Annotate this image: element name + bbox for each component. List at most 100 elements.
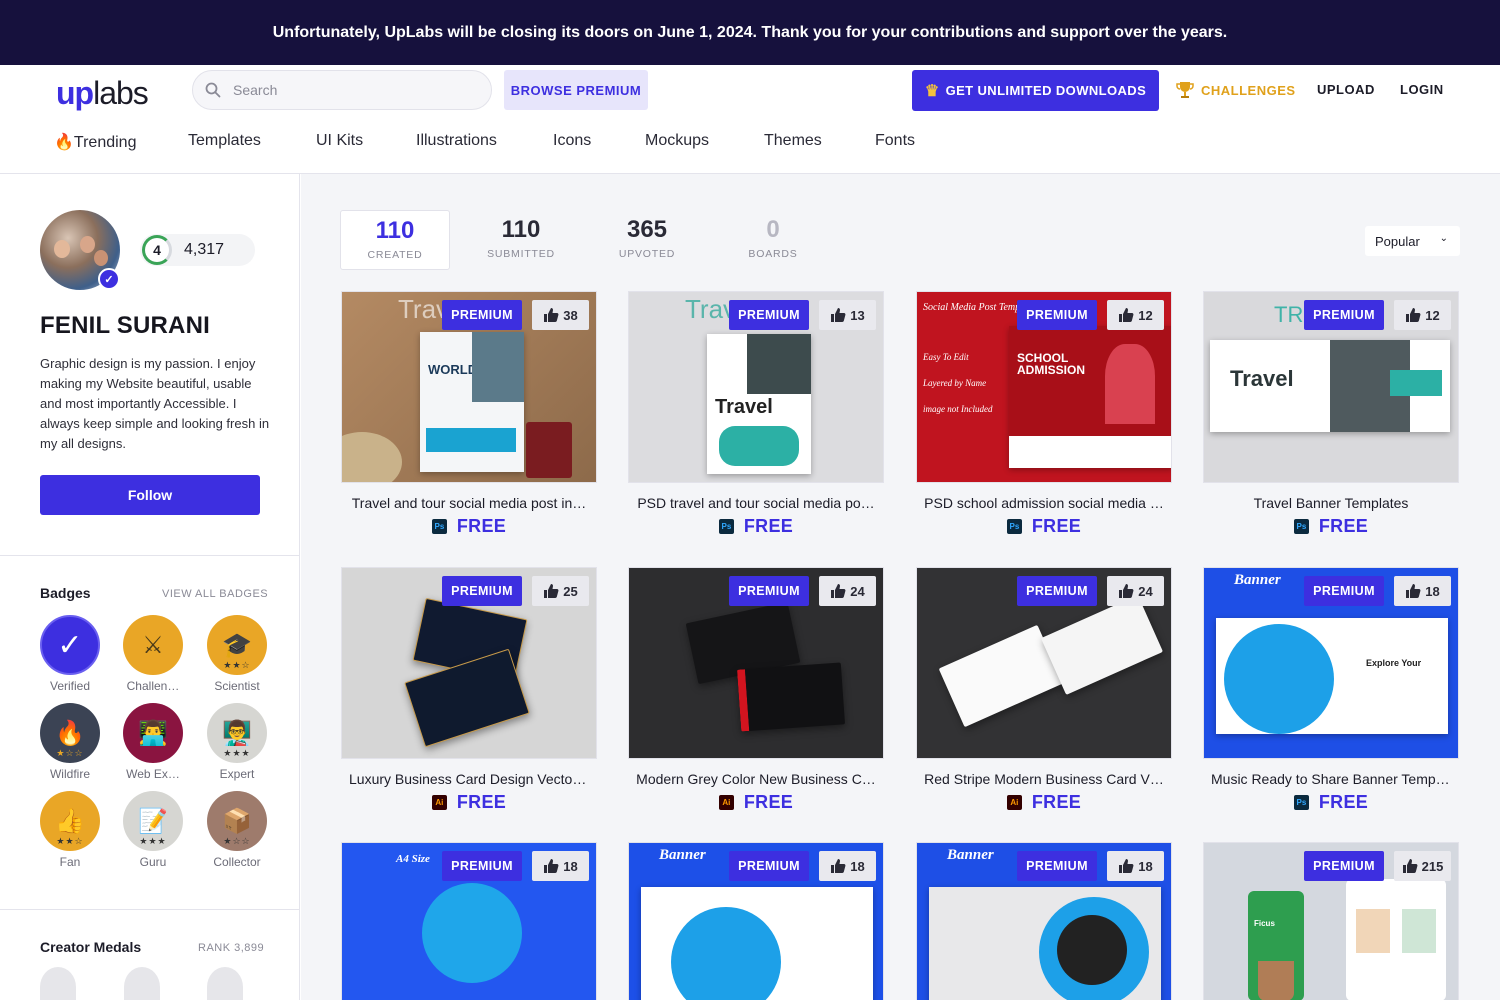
design-card[interactable]: Trav WORLD PREMIUM 38 Travel and tour so… [341,291,597,537]
card-thumbnail[interactable]: PREMIUM 25 [341,567,597,759]
badge-guru[interactable]: 📝 ★★★ Guru [123,791,183,869]
like-button[interactable]: 13 [819,300,876,330]
sort-dropdown[interactable]: Popular ⌄ [1365,226,1460,256]
card-title[interactable]: Travel and tour social media post in… [341,495,597,511]
nav-fonts[interactable]: Fonts [875,132,915,150]
card-title[interactable]: Travel Banner Templates [1203,495,1459,511]
badge-verified[interactable]: ✓ Verified [40,615,100,693]
card-title[interactable]: PSD travel and tour social media po… [628,495,884,511]
like-count: 13 [850,307,865,323]
design-card[interactable]: Trav Travel PREMIUM 13 PSD travel and to… [628,291,884,537]
nav-themes[interactable]: Themes [764,132,822,150]
thumb-poster: Travel [1210,340,1450,432]
card-thumbnail[interactable]: Banner Explore Your PREMIUM 18 [1203,567,1459,759]
like-button[interactable]: 24 [819,576,876,606]
badge-fan[interactable]: 👍 ★★☆ Fan [40,791,100,869]
stat-boards-tab[interactable]: 0 BOARDS [718,210,828,270]
card-title[interactable]: Red Stripe Modern Business Card V… [916,771,1172,787]
design-card[interactable]: Banner PREMIUM 18 [916,842,1172,1000]
star-rating-icon: ★★☆ [223,660,251,670]
card-thumbnail[interactable]: PREMIUM 24 [628,567,884,759]
search-input[interactable] [233,82,463,98]
card-title[interactable]: PSD school admission social media … [916,495,1172,511]
card-title[interactable]: Modern Grey Color New Business C… [628,771,884,787]
price-label: FREE [1318,792,1369,812]
badge-wildfire[interactable]: 🔥 ★☆☆ Wildfire [40,703,100,781]
card-title[interactable]: Music Ready to Share Banner Templ… [1203,771,1459,787]
challenges-link[interactable]: CHALLENGES [1175,77,1296,103]
badge-expert[interactable]: 👨‍🏫 ★★★ Expert [207,703,267,781]
like-button[interactable]: 215 [1394,851,1451,881]
badge-web-expert[interactable]: 👨‍💻 Web Ex… [123,703,183,781]
search-icon [205,82,221,98]
like-button[interactable]: 18 [819,851,876,881]
card-thumbnail[interactable]: Social Media Post Temp Easy To Edit Laye… [916,291,1172,483]
like-button[interactable]: 18 [1107,851,1164,881]
like-button[interactable]: 25 [532,576,589,606]
stat-value: 110 [501,216,541,243]
premium-badge: PREMIUM [442,576,522,606]
design-card[interactable]: PREMIUM 24 Red Stripe Modern Business Ca… [916,567,1172,813]
upload-link[interactable]: UPLOAD [1317,82,1375,97]
like-button[interactable]: 18 [1394,576,1451,606]
card-thumbnail[interactable]: Banner PREMIUM 18 [916,842,1172,1000]
avatar-photo-detail [54,240,70,258]
card-thumbnail[interactable]: Trav WORLD PREMIUM 38 [341,291,597,483]
nav-templates[interactable]: Templates [188,132,261,150]
crown-icon: ♛ [924,82,940,100]
challenges-label: CHALLENGES [1201,82,1296,98]
stat-upvoted-tab[interactable]: 365 UPVOTED [592,210,702,270]
browse-premium-button[interactable]: BROWSE PREMIUM [504,70,648,110]
level-points-pill: 4 4,317 [140,234,255,266]
badge-label: Wildfire [49,767,90,781]
design-card[interactable]: TR Travel PREMIUM 12 Travel Banner Templ… [1203,291,1459,537]
nav-illustrations[interactable]: Illustrations [416,132,497,150]
follow-button[interactable]: Follow [40,475,260,515]
like-button[interactable]: 12 [1107,300,1164,330]
card-title[interactable]: Luxury Business Card Design Vector… [341,771,597,787]
design-card[interactable]: PREMIUM 25 Luxury Business Card Design V… [341,567,597,813]
nav-icons[interactable]: Icons [553,132,591,150]
badge-label: Guru [139,855,167,869]
card-thumbnail[interactable]: Trav Travel PREMIUM 13 [628,291,884,483]
like-button[interactable]: 24 [1107,576,1164,606]
like-button[interactable]: 12 [1394,300,1451,330]
premium-badge: PREMIUM [1304,851,1384,881]
level-ring: 4 [142,235,172,265]
search-box[interactable] [192,70,492,110]
stat-created-tab[interactable]: 110 CREATED [340,210,450,270]
unlimited-downloads-label: GET UNLIMITED DOWNLOADS [945,83,1147,98]
login-link[interactable]: LOGIN [1400,82,1444,97]
design-card[interactable]: Banner Explore Your PREMIUM 18 Music Rea… [1203,567,1459,813]
design-card[interactable]: Ficus PREMIUM 215 [1203,842,1459,1000]
nav-trending[interactable]: 🔥Trending [54,132,136,152]
card-thumbnail[interactable]: PREMIUM 24 [916,567,1172,759]
stat-submitted-tab[interactable]: 110 SUBMITTED [466,210,576,270]
uplabs-logo[interactable]: uplabs [56,75,149,112]
graduation-cap-icon: 🎓 [222,631,252,659]
view-all-badges-link[interactable]: VIEW ALL BADGES [162,588,268,600]
like-count: 215 [1421,858,1444,874]
badge-label: Fan [59,855,81,869]
like-button[interactable]: 18 [532,851,589,881]
nav-ui-kits[interactable]: UI Kits [316,132,363,150]
design-card[interactable]: Banner PREMIUM 18 [628,842,884,1000]
card-thumbnail[interactable]: A4 Size PREMIUM 18 [341,842,597,1000]
badge-scientist[interactable]: 🎓 ★★☆ Scientist [207,615,267,693]
premium-badge: PREMIUM [1304,576,1384,606]
card-thumbnail[interactable]: TR Travel PREMIUM 12 [1203,291,1459,483]
get-unlimited-downloads-button[interactable]: ♛ GET UNLIMITED DOWNLOADS [912,70,1159,111]
design-card[interactable]: PREMIUM 24 Modern Grey Color New Busines… [628,567,884,813]
thumbs-up-icon [1119,308,1134,322]
design-card[interactable]: A4 Size PREMIUM 18 [341,842,597,1000]
like-button[interactable]: 38 [532,300,589,330]
premium-badge: PREMIUM [1017,300,1097,330]
card-thumbnail[interactable]: Ficus PREMIUM 215 [1203,842,1459,1000]
badge-collector[interactable]: 📦 ★☆☆ Collector [207,791,267,869]
card-thumbnail[interactable]: Banner PREMIUM 18 [628,842,884,1000]
avatar[interactable]: ✓ [40,210,120,290]
announcement-text: Unfortunately, UpLabs will be closing it… [272,23,1228,41]
design-card[interactable]: Social Media Post Temp Easy To Edit Laye… [916,291,1172,537]
nav-mockups[interactable]: Mockups [645,132,709,150]
badge-challenger[interactable]: ⚔ Challen… [123,615,183,693]
